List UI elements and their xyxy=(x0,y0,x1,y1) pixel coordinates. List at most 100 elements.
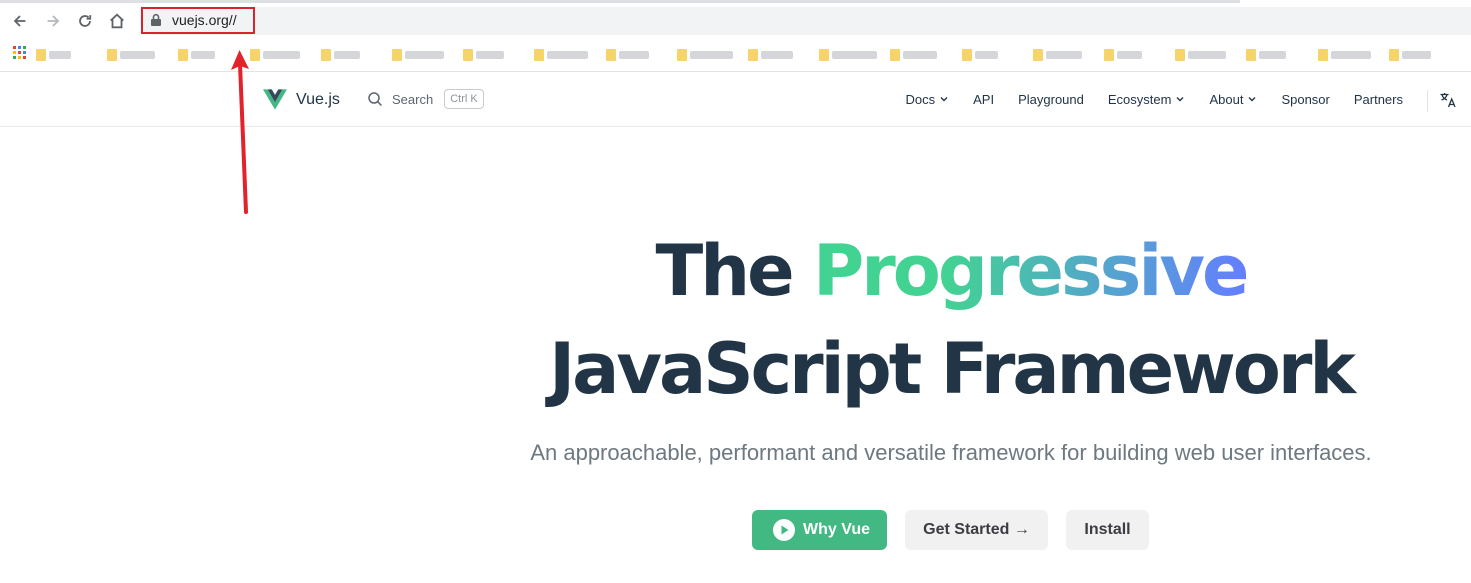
hero-tagline: An approachable, performant and versatil… xyxy=(530,440,1372,465)
bookmarks-bar xyxy=(0,40,1471,72)
nav-sponsor[interactable]: Sponsor xyxy=(1281,92,1329,107)
bookmark-item[interactable] xyxy=(36,48,71,62)
folder-icon xyxy=(606,49,616,61)
bookmark-label-blurred xyxy=(975,51,998,59)
forward-icon xyxy=(47,15,60,27)
folder-icon xyxy=(36,49,46,61)
bookmark-item[interactable] xyxy=(321,48,360,62)
bookmark-item[interactable] xyxy=(1033,48,1082,62)
nav-api[interactable]: API xyxy=(973,92,994,107)
bookmark-label-blurred xyxy=(263,51,300,59)
folder-icon xyxy=(1318,49,1328,61)
bookmark-item[interactable] xyxy=(250,48,300,62)
bookmark-label-blurred xyxy=(191,51,215,59)
nav-playground[interactable]: Playground xyxy=(1018,92,1084,107)
chevron-down-icon xyxy=(940,97,948,102)
forward-button[interactable] xyxy=(43,11,63,31)
bookmark-item[interactable] xyxy=(534,48,588,62)
folder-icon xyxy=(1033,49,1043,61)
folder-icon xyxy=(534,49,544,61)
nav-partners[interactable]: Partners xyxy=(1354,92,1403,107)
nav-about[interactable]: About xyxy=(1209,92,1257,107)
home-button[interactable] xyxy=(107,11,127,31)
brand-name: Vue.js xyxy=(296,90,340,108)
bookmark-item[interactable] xyxy=(748,48,793,62)
tab-strip-edge xyxy=(0,0,1240,3)
why-vue-button[interactable]: Why Vue xyxy=(752,510,887,550)
chevron-down-icon xyxy=(1176,97,1184,102)
bookmark-label-blurred xyxy=(1117,51,1142,59)
folder-icon xyxy=(107,49,117,61)
hero-title-line1: The Progressive xyxy=(0,228,1471,314)
search-button[interactable]: Search Ctrl K xyxy=(367,89,484,109)
bookmark-item[interactable] xyxy=(463,48,504,62)
why-vue-label: Why Vue xyxy=(803,521,870,538)
nav-divider xyxy=(1427,90,1428,112)
address-bar[interactable] xyxy=(140,7,1471,35)
install-button[interactable]: Install xyxy=(1066,510,1149,550)
bookmark-item[interactable] xyxy=(962,48,998,62)
bookmark-item[interactable] xyxy=(1246,48,1286,62)
folder-icon xyxy=(890,49,900,61)
nav-label: Ecosystem xyxy=(1107,91,1172,107)
back-button[interactable] xyxy=(10,11,30,31)
folder-icon xyxy=(1104,49,1114,61)
play-icon xyxy=(773,519,796,541)
bookmark-item[interactable] xyxy=(677,48,733,62)
bookmark-item[interactable] xyxy=(107,48,155,62)
url-annotation-box xyxy=(141,7,255,34)
nav-label: Sponsor xyxy=(1281,91,1330,107)
browser-toolbar: vuejs.org// xyxy=(0,0,1471,40)
hero-title-line2: JavaScript Framework xyxy=(549,328,1356,410)
apps-icon[interactable] xyxy=(13,46,27,60)
hero-title-accent: Progressive xyxy=(812,230,1249,312)
vue-logo-icon xyxy=(263,89,287,110)
search-icon xyxy=(368,92,383,107)
nav-label: API xyxy=(973,91,995,107)
folder-icon xyxy=(321,49,331,61)
bookmark-label-blurred xyxy=(547,51,588,59)
hero-actions: Why Vue Get Started → Install xyxy=(752,510,1149,550)
bookmark-item[interactable] xyxy=(819,48,877,62)
bookmark-label-blurred xyxy=(405,51,444,59)
bookmark-item[interactable] xyxy=(1389,48,1431,62)
folder-icon xyxy=(962,49,972,61)
bookmark-label-blurred xyxy=(476,51,504,59)
bookmark-label-blurred xyxy=(334,51,360,59)
bookmark-label-blurred xyxy=(619,51,649,59)
brand-link[interactable]: Vue.js xyxy=(263,89,340,110)
bookmark-item[interactable] xyxy=(392,48,444,62)
bookmark-label-blurred xyxy=(903,51,937,59)
bookmark-item[interactable] xyxy=(178,48,215,62)
reload-icon xyxy=(79,15,92,27)
get-started-button[interactable]: Get Started → xyxy=(905,510,1048,550)
bookmark-label-blurred xyxy=(1046,51,1082,59)
search-label: Search xyxy=(392,91,434,107)
nav-label: Docs xyxy=(905,91,936,107)
bookmark-item[interactable] xyxy=(606,48,649,62)
bookmark-label-blurred xyxy=(761,51,793,59)
site-navbar: Vue.js Search Ctrl K Docs API Playground… xyxy=(0,72,1471,127)
bookmark-item[interactable] xyxy=(1175,48,1226,62)
bookmark-item[interactable] xyxy=(890,48,937,62)
nav-label: Playground xyxy=(1018,91,1084,107)
annotation-arrow-icon xyxy=(231,50,249,214)
bookmark-label-blurred xyxy=(49,51,71,59)
translate-icon[interactable] xyxy=(1439,91,1457,109)
folder-icon xyxy=(677,49,687,61)
reload-button[interactable] xyxy=(75,11,95,31)
nav-ecosystem[interactable]: Ecosystem xyxy=(1108,92,1186,107)
folder-icon xyxy=(819,49,829,61)
bookmark-item[interactable] xyxy=(1104,48,1142,62)
folder-icon xyxy=(178,49,188,61)
nav-docs[interactable]: Docs xyxy=(906,92,950,107)
bookmark-label-blurred xyxy=(690,51,733,59)
hero-title-prefix: The xyxy=(655,230,795,312)
bookmark-label-blurred xyxy=(1259,51,1286,59)
bookmark-item[interactable] xyxy=(1318,48,1371,62)
folder-icon xyxy=(748,49,758,61)
back-icon xyxy=(13,15,26,27)
search-shortcut: Ctrl K xyxy=(444,89,484,109)
home-icon xyxy=(110,13,124,29)
folder-icon xyxy=(1175,49,1185,61)
